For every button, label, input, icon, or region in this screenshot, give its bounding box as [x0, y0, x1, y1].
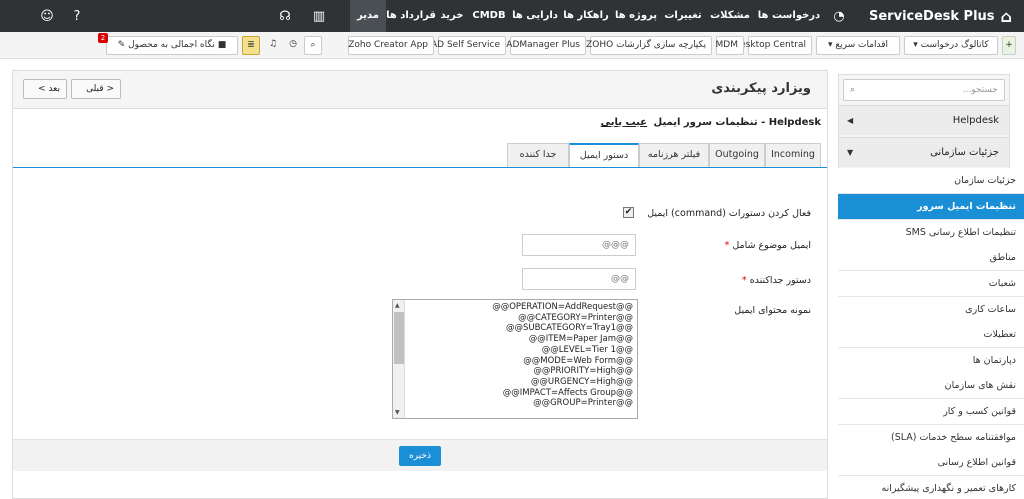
sample-line: @@IMPACT=Affects Group@@: [502, 387, 633, 398]
sample-line: @@MODE=Web Form@@: [523, 355, 633, 366]
chevron-down-icon: ▼: [847, 148, 854, 157]
sample-line: @@LEVEL=Tier 1@@: [541, 344, 633, 355]
headset-icon[interactable]: ☊: [270, 0, 300, 32]
toolbar: + کاتالوگ درخواست ▾ اقدامات سریع ▾ Deskt…: [0, 32, 1024, 59]
top-navigation: ServiceDesk Plus ⌂ ◔ درخواست ها مشکلات ت…: [0, 0, 1024, 32]
next-button[interactable]: بعد >: [23, 79, 67, 99]
request-catalog-dropdown[interactable]: کاتالوگ درخواست ▾: [904, 36, 998, 55]
save-button[interactable]: ذخیره: [399, 446, 441, 466]
enable-command-label: فعال کردن دستورات (command) ایمیل: [647, 208, 811, 219]
nav-solutions[interactable]: راهکار ها: [560, 0, 612, 32]
bell-icon[interactable]: ♫: [264, 36, 282, 55]
sidebar-section-org-details[interactable]: جزئیات سازمانی ▼: [839, 137, 1009, 167]
sidebar-item-org-roles[interactable]: نقش های سازمان: [838, 373, 1024, 399]
notification-badge: 2: [98, 33, 108, 43]
quick-actions-dropdown[interactable]: اقدامات سریع ▾: [816, 36, 900, 55]
form-footer: ذخیره: [13, 439, 827, 471]
sidebar-item-mail-server[interactable]: تنظیمات ایمیل سرور: [838, 194, 1024, 220]
required-marker: *: [741, 275, 747, 286]
tab-incoming[interactable]: Incoming: [765, 143, 821, 167]
sample-content-label: نمونه محتوای ایمیل: [734, 305, 811, 316]
video-icon: ■: [217, 40, 227, 50]
clock-icon[interactable]: ◷: [284, 36, 302, 55]
brand[interactable]: ServiceDesk Plus ⌂: [869, 0, 1012, 32]
sidebar-item-regions[interactable]: مناطق: [838, 245, 1024, 271]
zoho-reports-button[interactable]: یکپارچه سازی گزارشات ZOHO: [586, 36, 712, 55]
page-title: ویزارد پیکربندی: [711, 81, 811, 96]
nav-problems[interactable]: مشکلات: [706, 0, 754, 32]
scroll-up-icon[interactable]: ▲: [395, 302, 400, 309]
dashboard-icon[interactable]: ◔: [824, 0, 854, 32]
sample-line: @@URGENCY=High@@: [530, 376, 633, 387]
sidebar-item-org-details[interactable]: جزئیات سازمان: [838, 168, 1024, 194]
scroll-down-icon[interactable]: ▼: [395, 409, 400, 416]
previous-button[interactable]: < قبلی: [71, 79, 121, 99]
sample-content-textarea[interactable]: ▲ ▼ @@OPERATION=AddRequest@@ @@CATEGORY=…: [392, 299, 638, 419]
nav-purchase[interactable]: خرید: [436, 0, 468, 32]
sample-line: @@SUBCATEGORY=Tray1@@: [506, 323, 633, 334]
troubleshoot-link[interactable]: عیب یابی: [601, 117, 647, 128]
command-delimiter-label: دستور جداکننده *: [741, 275, 811, 286]
notes-icon[interactable]: ≣: [242, 36, 260, 55]
user-avatar-icon[interactable]: ☺: [32, 0, 62, 32]
sample-line: @@GROUP=Printer@@: [533, 398, 633, 409]
home-icon[interactable]: ⌂: [1001, 7, 1012, 26]
tab-delimiter[interactable]: جدا کننده: [507, 143, 569, 167]
enable-command-checkbox[interactable]: ✔: [623, 207, 634, 218]
nav-contracts[interactable]: قرارداد ها: [386, 0, 436, 32]
sample-line: @@CATEGORY=Printer@@: [518, 312, 633, 323]
sidebar-item-business-rules[interactable]: قوانین کسب و کار: [838, 399, 1024, 425]
nav-changes[interactable]: تغییرات: [660, 0, 706, 32]
scrollbar-thumb[interactable]: [394, 312, 404, 364]
chevron-right-icon: >: [38, 84, 46, 94]
sample-line: @@OPERATION=AddRequest@@: [492, 302, 633, 312]
main-panel: ویزارد پیکربندی بعد > < قبلی Helpdesk - …: [12, 70, 828, 499]
tab-outgoing[interactable]: Outgoing: [709, 143, 765, 167]
help-icon[interactable]: ?: [62, 0, 92, 32]
chevron-left-icon: <: [106, 84, 114, 94]
sidebar-item-preventive-maintenance[interactable]: کارهای تعمیر و نگهداری پیشگیرانه: [838, 476, 1024, 499]
email-command-form: فعال کردن دستورات (command) ایمیل ✔ ایمی…: [13, 167, 827, 439]
sample-line: @@ITEM=Paper Jam@@: [528, 334, 633, 345]
command-delimiter-input[interactable]: @@: [522, 268, 636, 290]
sidebar-item-sms[interactable]: تنظیمات اطلاع رسانی SMS: [838, 220, 1024, 246]
textarea-scrollbar[interactable]: ▲ ▼: [393, 300, 405, 418]
new-icon[interactable]: +: [1002, 36, 1016, 55]
product-overview-button[interactable]: ■ نگاه اجمالی به محصول ✎: [106, 36, 238, 55]
search-icon: ⌕: [850, 85, 856, 95]
sidebar-item-notification-rules[interactable]: قوانین اطلاع رسانی: [838, 450, 1024, 476]
sidebar-item-holidays[interactable]: تعطیلات: [838, 322, 1024, 348]
mdm-button[interactable]: MDM: [716, 36, 744, 55]
section-subtitle: Helpdesk - تنظیمات سرور ایمیل: [653, 117, 821, 128]
sidebar-search-input[interactable]: جستجو... ⌕: [843, 79, 1005, 101]
zoho-creator-button[interactable]: Zoho Creator App: [348, 36, 434, 55]
wizard-header: ویزارد پیکربندی بعد > < قبلی: [13, 71, 827, 109]
tab-spam-filter[interactable]: فیلتر هرزنامه: [639, 143, 709, 167]
subject-contains-label: ایمیل موضوع شامل *: [724, 240, 811, 251]
brand-name: ServiceDesk Plus: [869, 8, 995, 24]
chevron-left-icon: ◀: [847, 116, 854, 125]
ad-self-service-button[interactable]: AD Self Service: [431, 36, 506, 55]
nav-assets[interactable]: دارایی ها: [510, 0, 560, 32]
sample-line: @@PRIORITY=High@@: [533, 366, 633, 377]
reports-icon[interactable]: ▥: [304, 0, 334, 32]
tab-email-command[interactable]: دستور ایمیل: [569, 143, 639, 168]
search-icon[interactable]: ⌕: [304, 36, 322, 55]
sidebar-item-operational-hours[interactable]: ساعات کاری: [838, 297, 1024, 323]
nav-cmdb[interactable]: CMDB: [468, 0, 510, 32]
sidebar-item-sla[interactable]: موافقتنامه سطح خدمات (SLA): [838, 425, 1024, 451]
sidebar-section-helpdesk[interactable]: Helpdesk ◀: [839, 105, 1009, 135]
sidebar-item-departments[interactable]: دپارتمان ها: [838, 348, 1024, 374]
sidebar-items: جزئیات سازمان تنظیمات ایمیل سرور تنظیمات…: [838, 168, 1024, 499]
pencil-icon: ✎: [117, 40, 126, 50]
nav-admin[interactable]: مدیر: [350, 0, 386, 32]
required-marker: *: [724, 240, 730, 251]
admanager-plus-button[interactable]: ADManager Plus: [506, 36, 586, 55]
nav-projects[interactable]: پروژه ها: [612, 0, 660, 32]
nav-requests[interactable]: درخواست ها: [754, 0, 824, 32]
sample-lines: @@OPERATION=AddRequest@@ @@CATEGORY=Prin…: [407, 302, 633, 409]
sidebar-item-sites[interactable]: شعبات: [838, 271, 1024, 297]
desktop-central-button[interactable]: Desktop Central: [733, 36, 812, 55]
subject-contains-input[interactable]: @@@: [522, 234, 636, 256]
